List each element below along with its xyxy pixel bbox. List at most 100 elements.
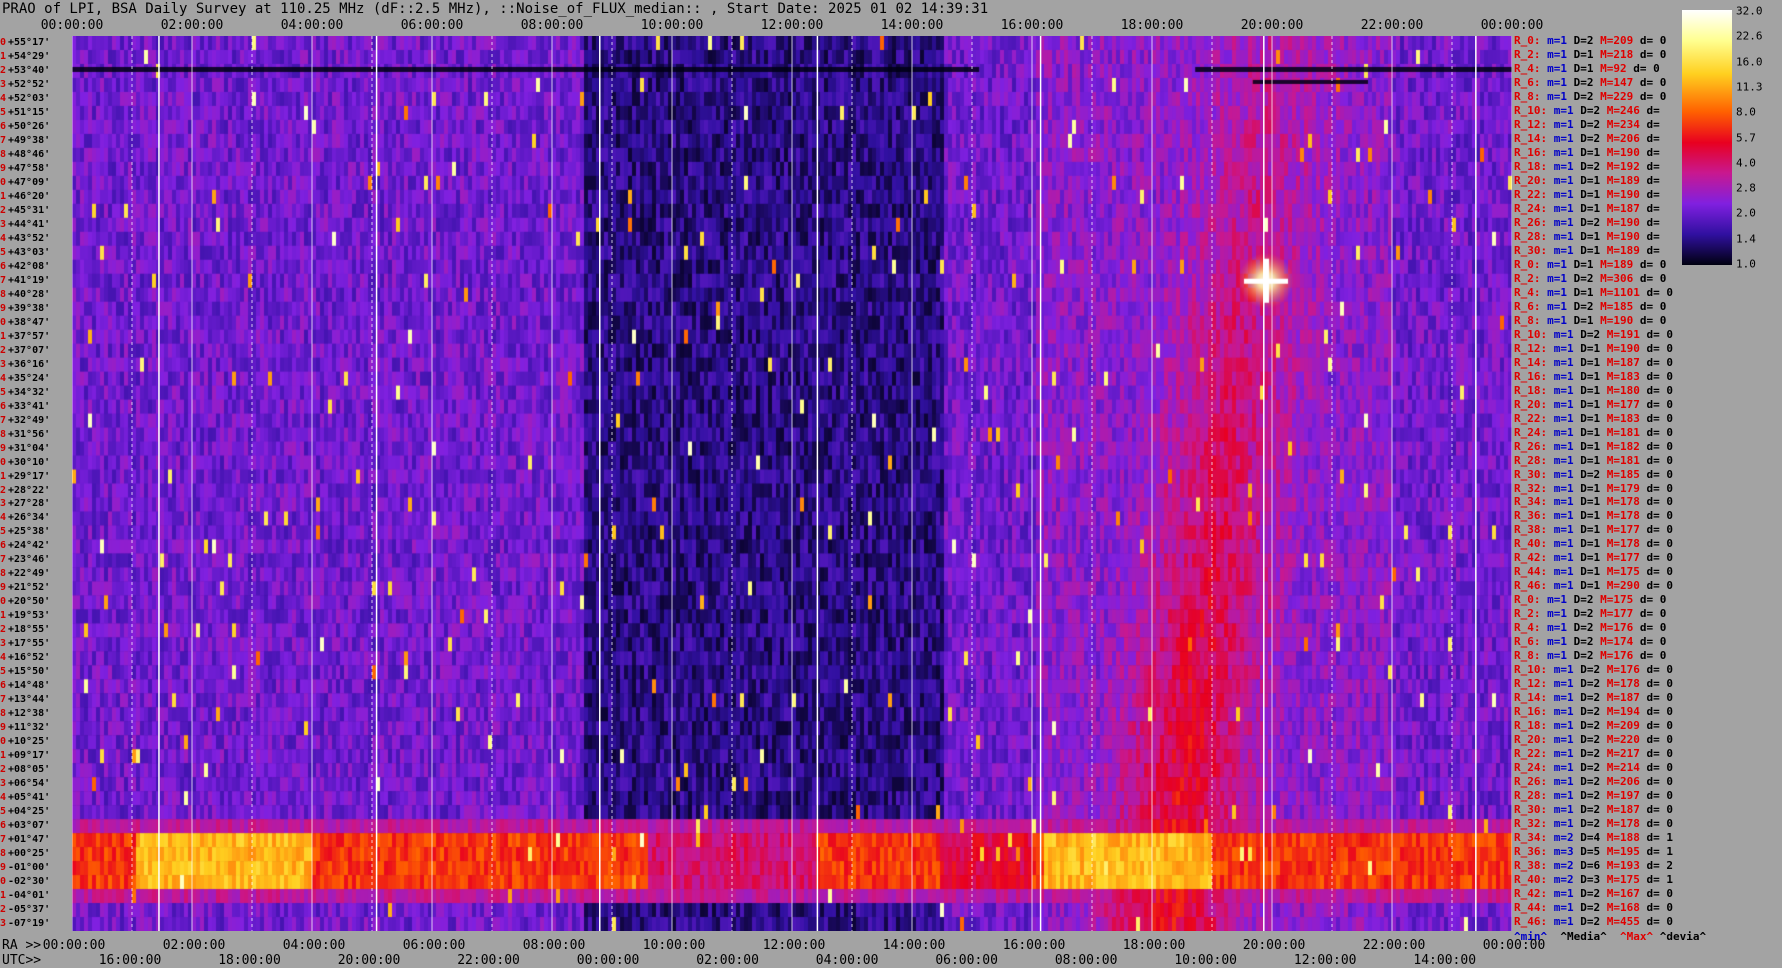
- colorbar-tick-label: 2.8: [1736, 181, 1756, 195]
- colorbar: [1682, 10, 1732, 265]
- stat-median: D=4: [1580, 831, 1601, 845]
- stat-median: D=2: [1580, 747, 1601, 761]
- stat-ray: R_42:: [1514, 551, 1548, 565]
- stat-row: R_30: m=1 D=1 M=189 d=: [1514, 244, 1660, 258]
- stat-min: m=1: [1553, 201, 1574, 215]
- dec-row-index: 2: [0, 204, 7, 216]
- stat-dev: d= 0: [1639, 649, 1667, 663]
- stat-dev: d= 0: [1646, 901, 1674, 915]
- dec-row-value: +31°56': [8, 428, 51, 440]
- dec-row-value: +50°26': [8, 120, 51, 132]
- stat-row: R_42: m=1 D=1 M=177 d= 0: [1514, 551, 1673, 565]
- stat-median: D=2: [1580, 467, 1601, 481]
- stat-min: m=1: [1547, 593, 1567, 607]
- stat-ray: R_46:: [1514, 579, 1548, 593]
- stat-ray: R_12:: [1514, 117, 1548, 131]
- stat-dev: d= 0: [1646, 453, 1674, 467]
- stat-median: D=1: [1580, 551, 1601, 565]
- stat-row: R_0: m=1 D=2 M=175 d= 0: [1514, 593, 1666, 607]
- dec-row-value: +36°16': [8, 358, 51, 370]
- dec-row-index: 6: [0, 680, 7, 692]
- dec-row-label: 3 +44°41': [0, 218, 50, 232]
- bottom-utc-axis: 16:00:00 18:00:00 20:00:00 22:00:00 00:00:00…: [0, 953, 1520, 968]
- dec-row-label: 2 +45°31': [0, 204, 50, 218]
- stat-dev: d= 0: [1646, 481, 1674, 495]
- dec-row-index: 8: [0, 288, 7, 300]
- stat-max: M=183: [1606, 411, 1640, 425]
- stat-dev: d= 0: [1646, 523, 1674, 537]
- dec-row-index: 1: [0, 50, 7, 62]
- bottom-utc-tick-label: 04:00:00: [815, 953, 879, 968]
- dec-row-label: 7 +49°38': [0, 134, 50, 148]
- dec-row-index: 3: [0, 218, 7, 230]
- dec-row-label: 9 +21°52': [0, 581, 50, 595]
- dec-row-label: 0 +20°50': [0, 595, 50, 609]
- stat-dev: d= 0: [1646, 551, 1674, 565]
- stat-max: M=190: [1606, 187, 1640, 201]
- dec-row-value: +39°38': [8, 302, 51, 314]
- stat-row: R_6: m=1 D=2 M=174 d= 0: [1514, 635, 1666, 649]
- stat-max: M=192: [1606, 159, 1640, 173]
- stat-min: m=1: [1547, 285, 1567, 299]
- dec-row-label: 4 +26°34': [0, 511, 50, 525]
- dec-row-value: -07°19': [8, 918, 51, 930]
- dec-row-label: 5 +51°15': [0, 106, 50, 120]
- stat-median: D=1: [1580, 383, 1601, 397]
- dec-row-index: 9: [0, 862, 7, 874]
- stat-max: M=177: [1606, 523, 1640, 537]
- stat-row: R_14: m=1 D=2 M=206 d=: [1514, 132, 1660, 146]
- dec-row-index: 2: [0, 764, 7, 776]
- dec-row-value: +27°28': [8, 498, 51, 510]
- stat-median: D=1: [1573, 313, 1594, 327]
- stat-ray: R_14:: [1514, 131, 1548, 145]
- dec-row-index: 1: [0, 330, 7, 342]
- dec-row-index: 3: [0, 498, 7, 510]
- stat-dev: d= 0: [1646, 887, 1674, 901]
- dec-row-index: 9: [0, 162, 7, 174]
- stat-row: R_44: m=1 D=2 M=168 d= 0: [1514, 901, 1673, 915]
- stat-dev: d= 0: [1646, 733, 1674, 747]
- stat-max: M=189: [1606, 243, 1640, 257]
- declination-axis: 0 +55°17' 1 +54°29' 2 +53°40' 3 +52°52' 4 +52°03'…: [0, 36, 72, 931]
- stat-median: D=2: [1580, 915, 1601, 929]
- dec-row-value: +34°32': [8, 386, 51, 398]
- stat-row: R_30: m=1 D=2 M=187 d= 0: [1514, 803, 1673, 817]
- dec-row-index: 7: [0, 694, 7, 706]
- stat-min: m=2: [1553, 859, 1574, 873]
- stat-min: m=1: [1553, 243, 1574, 257]
- dec-row-label: 3 +52°52': [0, 78, 50, 92]
- stat-median: D=1: [1580, 523, 1601, 537]
- stat-min: m=1: [1553, 817, 1574, 831]
- time-gridlines: [72, 36, 1512, 931]
- stat-dev: d= 0: [1646, 691, 1674, 705]
- stat-row: R_18: m=1 D=2 M=192 d=: [1514, 160, 1660, 174]
- row-statistics-panel: R_0: m=1 D=2 M=209 d= 0 R_2: m=1 D=1 M=21…: [1514, 34, 1684, 929]
- colorbar-tick-label: 1.0: [1736, 257, 1756, 271]
- dec-row-index: 5: [0, 106, 7, 118]
- dec-row-label: 7 +32°49': [0, 414, 50, 428]
- stat-min: m=1: [1553, 215, 1574, 229]
- stat-row: R_22: m=1 D=1 M=183 d= 0: [1514, 412, 1673, 426]
- bottom-ra-tick-label: 06:00:00: [402, 938, 466, 953]
- stat-min: m=1: [1553, 229, 1574, 243]
- stat-ray: R_16:: [1514, 369, 1548, 383]
- dec-row-label: 5 +34°32': [0, 386, 50, 400]
- stat-ray: R_28:: [1514, 789, 1548, 803]
- dec-row-label: 6 +42°08': [0, 260, 50, 274]
- stat-median: D=1: [1580, 495, 1601, 509]
- dec-row-label: 8 +40°28': [0, 288, 50, 302]
- stat-dev: d= 2: [1646, 859, 1674, 873]
- chart-title: PRAO of LPI, BSA Daily Survey at 110.25 …: [2, 1, 989, 17]
- stat-dev: d= 0: [1646, 775, 1674, 789]
- stat-median: D=2: [1580, 733, 1601, 747]
- stat-row: R_46: m=1 D=1 M=290 d= 0: [1514, 579, 1673, 593]
- colorbar-ticks: 32.0 22.6 16.0 11.3 8.0 5.7 4.0 2.8 2.0 1.4 1.0: [1736, 5, 1782, 271]
- dec-row-label: 6 +24°42': [0, 539, 50, 553]
- dec-row-label: 4 +52°03': [0, 92, 50, 106]
- stat-max: M=174: [1600, 635, 1634, 649]
- stat-max: M=191: [1606, 327, 1640, 341]
- dec-row-value: +28°22': [8, 484, 51, 496]
- bottom-ra-tick-label: 00:00:00: [42, 938, 106, 953]
- dec-row-value: +37°57': [8, 330, 51, 342]
- legend-median: ^Media^: [1560, 930, 1607, 943]
